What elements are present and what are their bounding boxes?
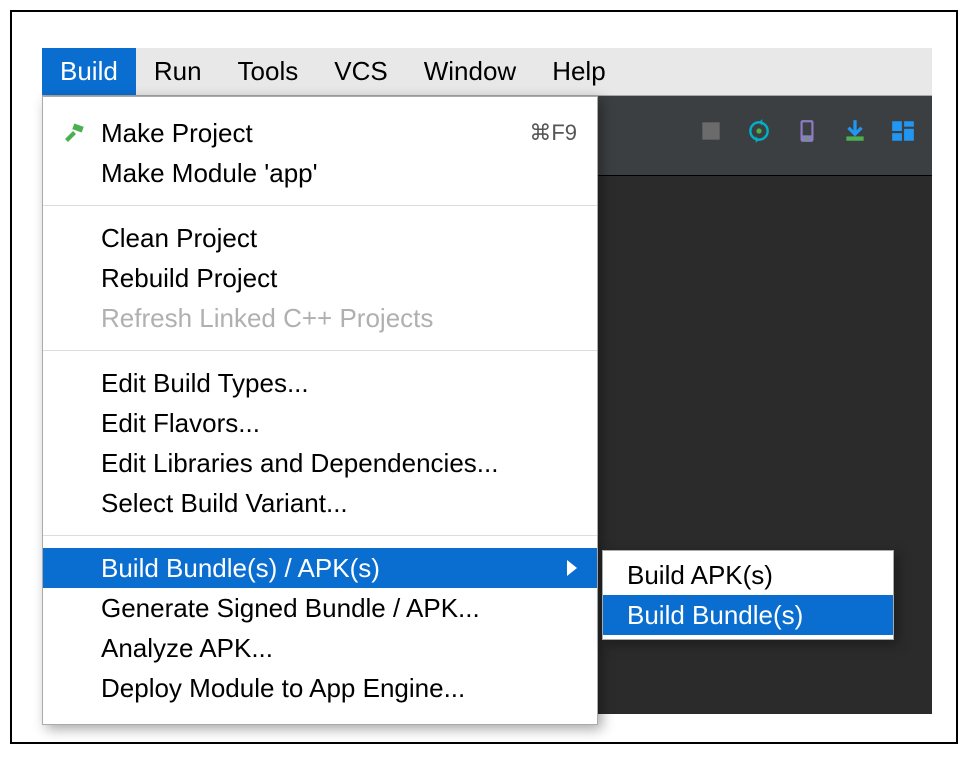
menu-make-module[interactable]: Make Module 'app' bbox=[43, 153, 597, 193]
menu-analyze-apk[interactable]: Analyze APK... bbox=[43, 628, 597, 668]
menu-analyze-apk-label: Analyze APK... bbox=[101, 633, 273, 664]
menu-separator bbox=[43, 205, 597, 206]
menubar: Build Run Tools VCS Window Help bbox=[42, 48, 932, 96]
menu-edit-libraries[interactable]: Edit Libraries and Dependencies... bbox=[43, 443, 597, 483]
menu-rebuild-project-label: Rebuild Project bbox=[101, 263, 277, 294]
menu-separator bbox=[43, 535, 597, 536]
toolbar-icon-group bbox=[698, 118, 916, 144]
menu-separator bbox=[43, 350, 597, 351]
menu-clean-project-label: Clean Project bbox=[101, 223, 257, 254]
device-manager-icon[interactable] bbox=[794, 118, 820, 144]
menu-build-bundles-apks[interactable]: Build Bundle(s) / APK(s) bbox=[43, 548, 597, 588]
menu-deploy-app-engine-label: Deploy Module to App Engine... bbox=[101, 673, 465, 704]
menu-clean-project[interactable]: Clean Project bbox=[43, 218, 597, 258]
hammer-icon bbox=[61, 121, 85, 145]
menu-make-project-label: Make Project bbox=[101, 118, 253, 149]
menu-rebuild-project[interactable]: Rebuild Project bbox=[43, 258, 597, 298]
menubar-item-tools[interactable]: Tools bbox=[220, 48, 317, 95]
sync-icon[interactable] bbox=[746, 118, 772, 144]
sdk-manager-icon[interactable] bbox=[842, 118, 868, 144]
menubar-item-build[interactable]: Build bbox=[42, 48, 136, 95]
screenshot-frame: Build Run Tools VCS Window Help bbox=[10, 10, 958, 744]
menubar-item-run[interactable]: Run bbox=[136, 48, 220, 95]
menu-edit-build-types-label: Edit Build Types... bbox=[101, 368, 309, 399]
build-bundles-submenu: Build APK(s) Build Bundle(s) bbox=[602, 550, 894, 640]
menubar-item-vcs[interactable]: VCS bbox=[316, 48, 405, 95]
menu-generate-signed-label: Generate Signed Bundle / APK... bbox=[101, 593, 480, 624]
menu-make-module-label: Make Module 'app' bbox=[101, 158, 318, 189]
submenu-arrow-icon bbox=[567, 560, 577, 576]
layout-icon[interactable] bbox=[890, 118, 916, 144]
menu-refresh-cpp: Refresh Linked C++ Projects bbox=[43, 298, 597, 338]
menu-make-project-shortcut: ⌘F9 bbox=[529, 120, 577, 146]
menu-generate-signed[interactable]: Generate Signed Bundle / APK... bbox=[43, 588, 597, 628]
submenu-build-apks[interactable]: Build APK(s) bbox=[603, 555, 893, 595]
menu-select-build-variant[interactable]: Select Build Variant... bbox=[43, 483, 597, 523]
menu-build-bundles-apks-label: Build Bundle(s) / APK(s) bbox=[101, 553, 380, 584]
submenu-build-bundles-label: Build Bundle(s) bbox=[627, 600, 803, 631]
menubar-item-help[interactable]: Help bbox=[534, 48, 623, 95]
menu-refresh-cpp-label: Refresh Linked C++ Projects bbox=[101, 303, 433, 334]
menubar-item-window[interactable]: Window bbox=[406, 48, 534, 95]
menu-make-project[interactable]: Make Project ⌘F9 bbox=[43, 113, 597, 153]
menu-edit-build-types[interactable]: Edit Build Types... bbox=[43, 363, 597, 403]
stop-icon[interactable] bbox=[698, 118, 724, 144]
ide-window-crop: Build Run Tools VCS Window Help bbox=[42, 48, 932, 714]
menu-edit-flavors-label: Edit Flavors... bbox=[101, 408, 260, 439]
menu-deploy-app-engine[interactable]: Deploy Module to App Engine... bbox=[43, 668, 597, 708]
submenu-build-bundles[interactable]: Build Bundle(s) bbox=[603, 595, 893, 635]
build-dropdown: Make Project ⌘F9 Make Module 'app' Clean… bbox=[42, 96, 598, 725]
menu-edit-libraries-label: Edit Libraries and Dependencies... bbox=[101, 448, 498, 479]
submenu-build-apks-label: Build APK(s) bbox=[627, 560, 773, 591]
menu-edit-flavors[interactable]: Edit Flavors... bbox=[43, 403, 597, 443]
menu-select-build-variant-label: Select Build Variant... bbox=[101, 488, 348, 519]
